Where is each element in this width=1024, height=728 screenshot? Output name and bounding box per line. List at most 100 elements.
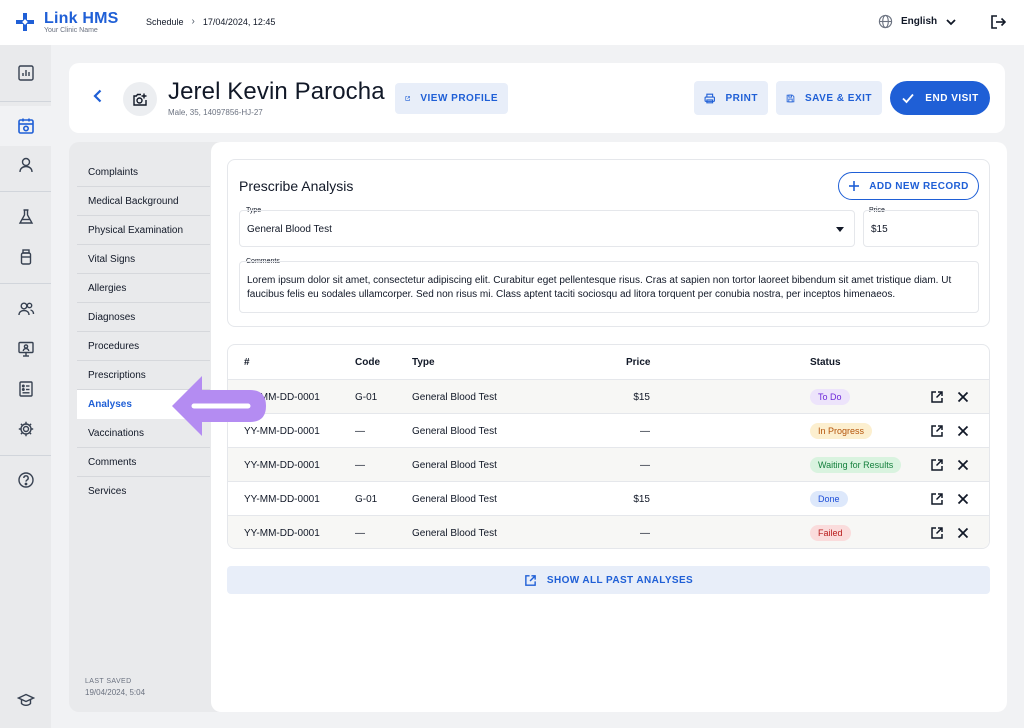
open-external-icon [930, 390, 944, 404]
bottle-icon [20, 249, 31, 265]
cell-type: General Blood Test [412, 527, 497, 539]
open-record-button[interactable] [930, 482, 944, 516]
section-diagnoses[interactable]: Diagnoses [77, 303, 210, 332]
column-header-type: Type [412, 356, 435, 368]
rail-help[interactable] [0, 460, 51, 500]
add-new-record-button[interactable]: ADD NEW RECORD [838, 172, 979, 200]
cell-number: YY-MM-DD-0001 [244, 493, 320, 505]
rail-divider [0, 283, 51, 284]
rail-staff[interactable] [0, 289, 51, 329]
table-row[interactable]: YY-MM-DD-0001— General Blood Test — In Prog… [228, 413, 989, 448]
back-button[interactable] [89, 87, 107, 110]
close-icon [957, 527, 969, 539]
view-profile-button[interactable]: VIEW PROFILE [395, 83, 508, 114]
section-complaints[interactable]: Complaints [77, 158, 210, 187]
logout-button[interactable] [990, 14, 1007, 35]
table-row[interactable]: YY-MM-DD-0001 — General Blood Test — Failed [228, 515, 989, 548]
show-all-past-analyses-button[interactable]: SHOW ALL PAST ANALYSES [227, 566, 990, 594]
print-button[interactable]: PRINT [694, 81, 768, 115]
logout-icon [991, 15, 1007, 29]
delete-record-button[interactable] [957, 482, 969, 516]
section-physical-examination[interactable]: Physical Examination [77, 216, 210, 245]
section-comments[interactable]: Comments [77, 448, 210, 477]
app-logo[interactable]: Link HMS Your Clinic Name [16, 10, 119, 35]
breadcrumb-schedule[interactable]: Schedule [146, 17, 184, 27]
globe-icon [878, 14, 893, 29]
column-header-price: Price [626, 356, 651, 368]
check-icon [902, 93, 914, 104]
open-record-button[interactable] [930, 380, 944, 414]
delete-record-button[interactable] [957, 380, 969, 414]
cell-status: To Do [810, 380, 850, 414]
close-icon [957, 391, 969, 403]
comments-field[interactable]: Lorem ipsum dolor sit amet, consectetur … [239, 261, 979, 313]
status-badge: Done [810, 491, 848, 507]
rail-learning[interactable] [0, 680, 51, 720]
status-badge: Waiting for Results [810, 457, 902, 473]
close-icon [957, 459, 969, 471]
open-external-icon [930, 492, 944, 506]
patient-name: Jerel Kevin Parocha [168, 78, 385, 105]
section-vital-signs[interactable]: Vital Signs [77, 245, 210, 274]
cell-status: Waiting for Results [810, 448, 902, 482]
column-header-code: Code [355, 356, 380, 368]
section-procedures[interactable]: Procedures [77, 332, 210, 361]
rail-laboratory[interactable] [0, 197, 51, 237]
open-record-button[interactable] [930, 516, 944, 548]
prescribe-analysis-form: Prescribe Analysis ADD NEW RECORD Type G… [227, 159, 990, 327]
caret-down-icon [836, 227, 844, 232]
type-select[interactable]: General Blood Test [239, 210, 855, 247]
top-bar: Link HMS Your Clinic Name Schedule › 17/… [0, 0, 1024, 45]
price-field[interactable]: $15 [863, 210, 979, 247]
delete-record-button[interactable] [957, 516, 969, 548]
graduation-cap-icon [16, 693, 35, 707]
cell-code: G-01 [355, 493, 378, 505]
cell-code: — [355, 425, 365, 437]
end-visit-button[interactable]: END VISIT [890, 81, 990, 115]
section-medical-background[interactable]: Medical Background [77, 187, 210, 216]
avatar[interactable] [123, 82, 157, 116]
section-allergies[interactable]: Allergies [77, 274, 210, 303]
column-header-status: Status [810, 356, 841, 368]
show-all-label: SHOW ALL PAST ANALYSES [546, 574, 694, 586]
rail-telemedicine[interactable] [0, 329, 51, 369]
table-row[interactable]: YY-MM-DD-0001 G-01 General Blood Test $15 Do… [228, 481, 989, 516]
last-saved-label: LAST SAVED [85, 678, 132, 685]
flask-icon [18, 209, 33, 224]
status-badge: In Progress [810, 423, 873, 439]
rail-schedule[interactable] [0, 106, 51, 146]
open-external-icon [405, 96, 410, 101]
open-record-button[interactable] [930, 414, 944, 448]
rail-dashboard[interactable] [0, 53, 51, 93]
language-selector[interactable]: English [878, 14, 957, 29]
rail-reports[interactable] [0, 369, 51, 409]
report-icon [18, 381, 33, 397]
price-field-value: $15 [871, 224, 888, 235]
cell-code: — [355, 459, 365, 471]
cell-type: General Blood Test [412, 425, 497, 437]
table-row[interactable]: YY-MM-DD-0001 G-01 General Blood Test $15 To… [228, 379, 989, 414]
cell-type: General Blood Test [412, 493, 497, 505]
cell-status: In Progress [810, 414, 873, 448]
patient-meta: Male, 35, 14097856-HJ-27 [168, 108, 263, 117]
help-icon [17, 472, 34, 488]
open-record-button[interactable] [930, 448, 944, 482]
table-row[interactable]: YY-MM-DD-0001 — General Blood Test — Waiting… [228, 447, 989, 482]
status-badge: Failed [810, 525, 851, 541]
rail-patients[interactable] [0, 145, 51, 185]
save-exit-button[interactable]: SAVE & EXIT [776, 81, 882, 115]
breadcrumb: Schedule › 17/04/2024, 12:45 [146, 16, 275, 27]
section-services[interactable]: Services [77, 477, 210, 506]
cell-status: Failed [810, 516, 851, 548]
clinic-name: Your Clinic Name [44, 27, 98, 34]
cell-price: — [640, 527, 650, 539]
rail-divider [0, 455, 51, 456]
delete-record-button[interactable] [957, 448, 969, 482]
medical-cross-icon [16, 13, 34, 31]
add-photo-icon [133, 93, 147, 106]
close-icon [957, 493, 969, 505]
rail-pharmacy[interactable] [0, 237, 51, 277]
patient-header: Jerel Kevin Parocha Male, 35, 14097856-H… [69, 63, 1005, 133]
delete-record-button[interactable] [957, 414, 969, 448]
rail-settings[interactable] [0, 409, 51, 449]
